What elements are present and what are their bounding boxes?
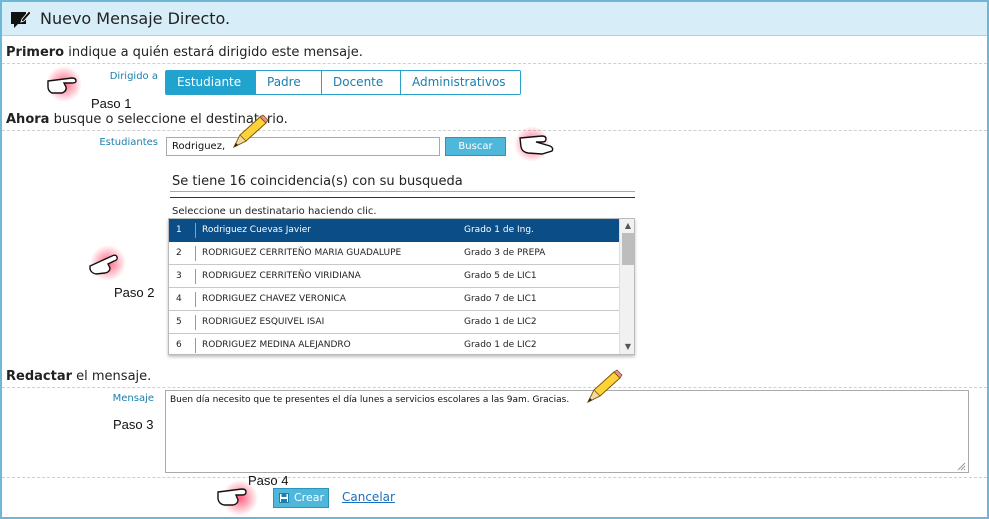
- section-heading-3: Redactar el mensaje.: [6, 369, 151, 384]
- divider: [195, 338, 196, 353]
- new-message-icon: [11, 10, 32, 28]
- scroll-up-icon[interactable]: ▲: [620, 219, 634, 233]
- list-item[interactable]: 1 Rodriguez Cuevas Javier Grado 1 de Ing…: [169, 219, 619, 242]
- row-number: 6: [176, 340, 182, 350]
- row-number: 2: [176, 248, 182, 258]
- row-grade: Grado 1 de LIC2: [464, 340, 537, 350]
- row-name: RODRIGUEZ ESQUIVEL ISAI: [202, 317, 325, 327]
- scroll-down-icon[interactable]: ▼: [620, 340, 634, 354]
- results-help-text: Seleccione un destinatario haciendo clic…: [172, 206, 377, 217]
- pointing-hand-icon: [217, 480, 258, 516]
- recipient-type-tabs: Estudiante Padre Docente Administrativos: [165, 70, 521, 95]
- row-grade: Grado 1 de Ing.: [464, 225, 534, 235]
- row-name: RODRIGUEZ CERRITEÑO VIRIDIANA: [202, 271, 361, 281]
- list-item[interactable]: 2 RODRIGUEZ CERRITEÑO MARIA GUADALUPE Gr…: [169, 242, 619, 265]
- row-number: 1: [176, 225, 182, 235]
- section-heading-2-bold: Ahora: [6, 112, 50, 127]
- message-textarea[interactable]: Buen día necesito que te presentes el dí…: [165, 390, 969, 473]
- list-item[interactable]: 4 RODRIGUEZ CHAVEZ VERONICA Grado 7 de L…: [169, 288, 619, 311]
- pointing-hand-icon: [514, 126, 554, 162]
- message-label: Mensaje: [112, 393, 154, 404]
- divider: [170, 191, 635, 192]
- page-title: Nuevo Mensaje Directo.: [40, 9, 231, 28]
- resize-grip-icon[interactable]: [957, 462, 966, 471]
- row-grade: Grado 5 de LIC1: [464, 271, 537, 281]
- search-button[interactable]: Buscar: [445, 137, 506, 156]
- scroll-thumb[interactable]: [622, 233, 634, 265]
- row-number: 5: [176, 317, 182, 327]
- divider: [2, 387, 987, 388]
- row-name: RODRIGUEZ MEDINA ALEJANDRO: [202, 340, 351, 350]
- create-button[interactable]: Crear: [273, 488, 329, 508]
- section-heading-1-bold: Primero: [6, 45, 65, 60]
- pencil-icon: [232, 114, 269, 149]
- row-grade: Grado 3 de PREPA: [464, 248, 546, 258]
- list-item[interactable]: 5 RODRIGUEZ ESQUIVEL ISAI Grado 1 de LIC…: [169, 311, 619, 334]
- divider: [195, 246, 196, 261]
- divider: [195, 292, 196, 307]
- row-name: RODRIGUEZ CHAVEZ VERONICA: [202, 294, 346, 304]
- step-2-label: Paso 2: [114, 285, 155, 300]
- pointing-hand-icon: [46, 66, 82, 102]
- recipient-type-label: Dirigido a: [109, 71, 158, 82]
- tab-padre[interactable]: Padre: [255, 71, 321, 94]
- pencil-icon: [586, 369, 623, 404]
- divider: [170, 197, 635, 198]
- students-label: Estudiantes: [99, 137, 158, 148]
- divider: [195, 315, 196, 330]
- row-number: 3: [176, 271, 182, 281]
- results-list: 1 Rodriguez Cuevas Javier Grado 1 de Ing…: [168, 218, 635, 355]
- section-heading-1-text: indique a quién estará dirigido este men…: [64, 45, 363, 60]
- section-heading-1: Primero indique a quién estará dirigido …: [6, 45, 363, 60]
- list-item[interactable]: 3 RODRIGUEZ CERRITEÑO VIRIDIANA Grado 5 …: [169, 265, 619, 288]
- divider: [2, 130, 987, 131]
- student-search-input[interactable]: [166, 137, 440, 156]
- section-heading-3-text: el mensaje.: [72, 369, 152, 384]
- create-button-label: Crear: [294, 491, 324, 504]
- step-3-label: Paso 3: [113, 417, 154, 432]
- list-item[interactable]: 6 RODRIGUEZ MEDINA ALEJANDRO Grado 1 de …: [169, 334, 619, 354]
- row-grade: Grado 7 de LIC1: [464, 294, 537, 304]
- row-name: Rodriguez Cuevas Javier: [202, 225, 311, 235]
- divider: [2, 63, 987, 64]
- row-grade: Grado 1 de LIC2: [464, 317, 537, 327]
- divider: [195, 269, 196, 284]
- results-scrollbar[interactable]: ▲ ▼: [619, 219, 634, 354]
- section-heading-3-bold: Redactar: [6, 369, 73, 384]
- row-number: 4: [176, 294, 182, 304]
- divider: [2, 477, 987, 478]
- step-1-label: Paso 1: [91, 96, 132, 111]
- divider: [195, 223, 196, 238]
- tab-docente[interactable]: Docente: [321, 71, 400, 94]
- row-name: RODRIGUEZ CERRITEÑO MARIA GUADALUPE: [202, 248, 402, 258]
- cancel-link[interactable]: Cancelar: [342, 490, 395, 504]
- pointing-hand-icon: [89, 245, 126, 281]
- tab-administrativos[interactable]: Administrativos: [400, 71, 520, 94]
- title-bar: Nuevo Mensaje Directo.: [2, 2, 987, 36]
- save-icon: [279, 493, 289, 503]
- tab-estudiante[interactable]: Estudiante: [166, 71, 255, 94]
- results-summary: Se tiene 16 coincidencia(s) con su busqu…: [172, 174, 463, 189]
